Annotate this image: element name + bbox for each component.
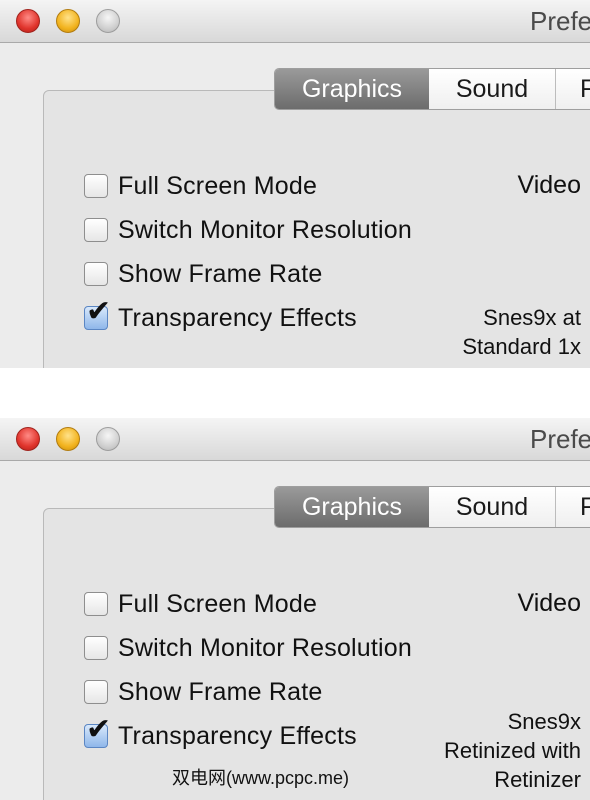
- show-frame-rate-checkbox[interactable]: [84, 680, 108, 704]
- show-frame-rate-label: Show Frame Rate: [118, 259, 323, 288]
- tab-sound[interactable]: Sound: [429, 69, 556, 109]
- transparency-effects-checkbox[interactable]: ✔: [84, 715, 111, 748]
- zoom-window-button[interactable]: [96, 9, 120, 33]
- option-switch-monitor-resolution[interactable]: Switch Monitor Resolution: [84, 633, 412, 663]
- tab-sound[interactable]: Sound: [429, 487, 556, 527]
- show-frame-rate-checkbox[interactable]: [84, 262, 108, 286]
- video-text-line: Retinizer: [494, 767, 581, 792]
- minimize-window-button[interactable]: [56, 427, 80, 451]
- tab-f[interactable]: F: [556, 69, 590, 109]
- switch-monitor-resolution-label: Switch Monitor Resolution: [118, 215, 413, 244]
- preferences-window-standard: Prefe Graphics Sound F Full Screen Mode …: [0, 0, 590, 368]
- video-description: Snes9x at Standard 1x: [462, 303, 581, 361]
- transparency-effects-checkbox[interactable]: ✔: [84, 297, 111, 330]
- video-text-line: Retinized with: [444, 738, 581, 763]
- video-text-line: Snes9x: [507, 709, 581, 734]
- tab-graphics[interactable]: Graphics: [275, 487, 429, 527]
- switch-monitor-resolution-label: Switch Monitor Resolution: [118, 633, 413, 662]
- option-transparency-effects[interactable]: ✔ Transparency Effects: [84, 297, 357, 333]
- video-description: Snes9x Retinized with Retinizer: [444, 707, 581, 794]
- show-frame-rate-label: Show Frame Rate: [118, 677, 323, 706]
- tab-graphics[interactable]: Graphics: [275, 69, 429, 109]
- option-show-frame-rate[interactable]: Show Frame Rate: [84, 259, 322, 289]
- option-transparency-effects[interactable]: ✔ Transparency Effects: [84, 715, 357, 751]
- title-bar[interactable]: Prefe: [0, 418, 590, 461]
- watermark: 双电网(www.pcpc.me): [172, 768, 350, 788]
- full-screen-mode-checkbox[interactable]: [84, 592, 108, 616]
- video-text-line: Standard 1x: [462, 334, 581, 359]
- tab-f[interactable]: F: [556, 487, 590, 527]
- option-show-frame-rate[interactable]: Show Frame Rate: [84, 677, 322, 707]
- full-screen-mode-checkbox[interactable]: [84, 174, 108, 198]
- switch-monitor-resolution-checkbox[interactable]: [84, 636, 108, 660]
- video-heading: Video: [517, 171, 582, 199]
- transparency-effects-label: Transparency Effects: [118, 721, 357, 750]
- close-window-button[interactable]: [16, 9, 40, 33]
- tab-bar: Graphics Sound F: [274, 68, 590, 110]
- full-screen-mode-label: Full Screen Mode: [118, 589, 318, 618]
- preferences-window-retinized: Prefe Graphics Sound F Full Screen Mode …: [0, 418, 590, 800]
- close-window-button[interactable]: [16, 427, 40, 451]
- switch-monitor-resolution-checkbox[interactable]: [84, 218, 108, 242]
- option-full-screen-mode[interactable]: Full Screen Mode: [84, 589, 317, 619]
- video-text-line: Snes9x at: [483, 305, 581, 330]
- option-full-screen-mode[interactable]: Full Screen Mode: [84, 171, 317, 201]
- window-title: Prefe: [530, 6, 590, 36]
- zoom-window-button[interactable]: [96, 427, 120, 451]
- full-screen-mode-label: Full Screen Mode: [118, 171, 318, 200]
- option-switch-monitor-resolution[interactable]: Switch Monitor Resolution: [84, 215, 412, 245]
- transparency-effects-label: Transparency Effects: [118, 303, 357, 332]
- window-title: Prefe: [530, 424, 590, 454]
- checkmark-icon: ✔: [86, 712, 112, 747]
- video-heading: Video: [517, 589, 582, 617]
- title-bar[interactable]: Prefe: [0, 0, 590, 43]
- tab-bar: Graphics Sound F: [274, 486, 590, 528]
- checkmark-icon: ✔: [86, 294, 112, 329]
- minimize-window-button[interactable]: [56, 9, 80, 33]
